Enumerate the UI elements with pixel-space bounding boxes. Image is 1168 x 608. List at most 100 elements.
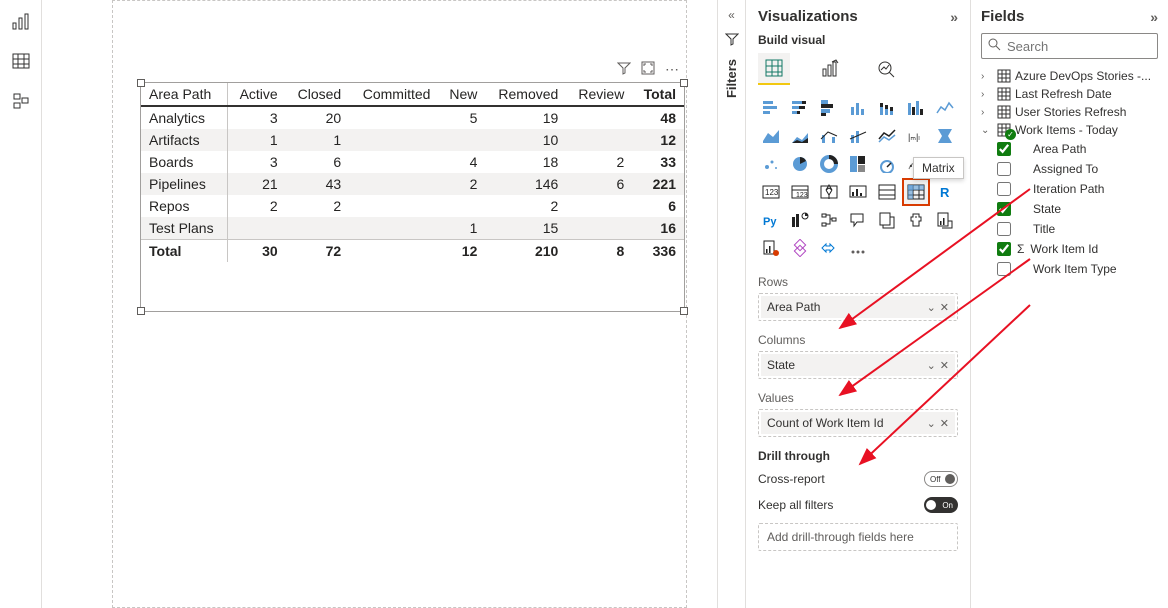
remove-row-icon[interactable]: ✕ [940,301,949,314]
chevron-right-icon[interactable]: › [981,89,993,100]
table-node[interactable]: ›User Stories Refresh [981,103,1158,121]
viz-gallery-item[interactable] [787,123,813,149]
viz-gallery-item[interactable] [758,235,784,261]
viz-gallery-item[interactable] [903,207,929,233]
viz-gallery-item[interactable] [816,207,842,233]
viz-gallery-item[interactable] [816,95,842,121]
report-view-icon[interactable] [10,10,32,32]
remove-col-icon[interactable]: ✕ [940,359,949,372]
viz-gallery-item[interactable] [874,95,900,121]
viz-gallery-item[interactable] [932,95,958,121]
field-item[interactable]: State [981,199,1158,219]
viz-gallery-item[interactable] [787,151,813,177]
format-tab-icon[interactable] [814,53,846,85]
cross-report-toggle[interactable]: Off [924,471,958,487]
filter-icon[interactable] [617,61,631,78]
column-header[interactable]: New [438,83,485,106]
field-checkbox[interactable] [997,242,1011,256]
fields-search[interactable] [981,33,1158,59]
table-node[interactable]: ›Last Refresh Date [981,85,1158,103]
viz-gallery-item[interactable] [903,95,929,121]
matrix-visual[interactable]: ⋯ Area PathActiveClosedCommittedNewRemov… [140,82,685,312]
collapse-viz-icon[interactable]: » [950,9,958,25]
viz-gallery-item[interactable] [816,151,842,177]
field-item[interactable]: Assigned To [981,159,1158,179]
viz-gallery-item[interactable] [874,151,900,177]
field-checkbox[interactable] [997,142,1011,156]
viz-gallery-item[interactable] [903,179,929,205]
viz-gallery-item[interactable] [845,235,871,261]
field-checkbox[interactable] [997,202,1011,216]
viz-gallery-item[interactable] [874,207,900,233]
viz-gallery-item[interactable] [845,179,871,205]
model-view-icon[interactable] [10,90,32,112]
collapse-fields-icon[interactable]: » [1150,9,1158,25]
viz-gallery-item[interactable]: |ₘ|ₗ [903,123,929,149]
field-item[interactable]: ΣWork Item Id [981,239,1158,259]
viz-gallery-item[interactable] [903,151,929,177]
viz-gallery-item[interactable] [845,123,871,149]
keep-filters-toggle[interactable]: On [924,497,958,513]
column-header[interactable]: Active [227,83,285,106]
chevron-down-icon[interactable]: ⌄ [981,125,993,136]
viz-gallery-item[interactable] [787,207,813,233]
viz-gallery-item[interactable] [845,95,871,121]
more-icon[interactable]: ⋯ [665,61,680,78]
field-checkbox[interactable] [997,162,1011,176]
sigma-icon: Σ [1017,242,1024,256]
field-checkbox[interactable] [997,182,1011,196]
field-item[interactable]: Work Item Type [981,259,1158,279]
viz-gallery-item[interactable] [932,151,958,177]
viz-gallery-item[interactable] [816,179,842,205]
viz-gallery-item[interactable]: Py [758,207,784,233]
viz-gallery-item[interactable]: R [932,179,958,205]
table-node[interactable]: ⌄✓Work Items - Today [981,121,1158,139]
viz-gallery-item[interactable] [816,123,842,149]
values-well[interactable]: Count of Work Item Id ⌄✕ [758,409,958,437]
viz-gallery-item[interactable] [758,151,784,177]
table-node[interactable]: ›Azure DevOps Stories -... [981,67,1158,85]
column-header[interactable]: Total [632,83,684,106]
build-tab-icon[interactable] [758,53,790,85]
field-checkbox[interactable] [997,262,1011,276]
chevron-down-icon[interactable]: ⌄ [927,301,936,314]
viz-gallery-item[interactable] [845,207,871,233]
chevron-right-icon[interactable]: › [981,71,993,82]
viz-gallery-item[interactable] [758,95,784,121]
rows-well[interactable]: Area Path ⌄✕ [758,293,958,321]
viz-gallery-item[interactable] [874,179,900,205]
column-header[interactable]: Area Path [141,83,227,106]
drill-fields-well[interactable]: Add drill-through fields here [758,523,958,551]
viz-gallery-item[interactable] [787,95,813,121]
chevron-down-icon[interactable]: ⌄ [927,417,936,430]
column-header[interactable]: Closed [286,83,350,106]
field-item[interactable]: Area Path [981,139,1158,159]
viz-gallery-item[interactable] [874,123,900,149]
chevron-right-icon[interactable]: › [981,107,993,118]
viz-gallery-item[interactable] [845,151,871,177]
viz-gallery-item[interactable]: 123 [758,179,784,205]
focus-icon[interactable] [641,61,655,78]
field-item[interactable]: Title [981,219,1158,239]
viz-gallery-item[interactable] [758,123,784,149]
viz-gallery-item[interactable]: 123 [787,179,813,205]
column-header[interactable]: Review [566,83,632,106]
filters-pane-label[interactable]: Filters [724,59,739,98]
column-header[interactable]: Committed [349,83,438,106]
field-checkbox[interactable] [997,222,1011,236]
column-header[interactable]: Removed [485,83,566,106]
viz-gallery-item[interactable] [816,235,842,261]
remove-val-icon[interactable]: ✕ [940,417,949,430]
chevron-down-icon[interactable]: ⌄ [927,359,936,372]
columns-well[interactable]: State ⌄✕ [758,351,958,379]
search-input[interactable] [1007,39,1168,54]
cell: 16 [632,217,684,240]
data-view-icon[interactable] [10,50,32,72]
viz-gallery-item[interactable] [787,235,813,261]
viz-gallery-item[interactable] [932,123,958,149]
report-canvas[interactable]: ⋯ Area PathActiveClosedCommittedNewRemov… [42,0,717,608]
analytics-tab-icon[interactable] [870,53,902,85]
expand-filters-icon[interactable]: « [728,8,735,22]
field-item[interactable]: Iteration Path [981,179,1158,199]
viz-gallery-item[interactable] [932,207,958,233]
